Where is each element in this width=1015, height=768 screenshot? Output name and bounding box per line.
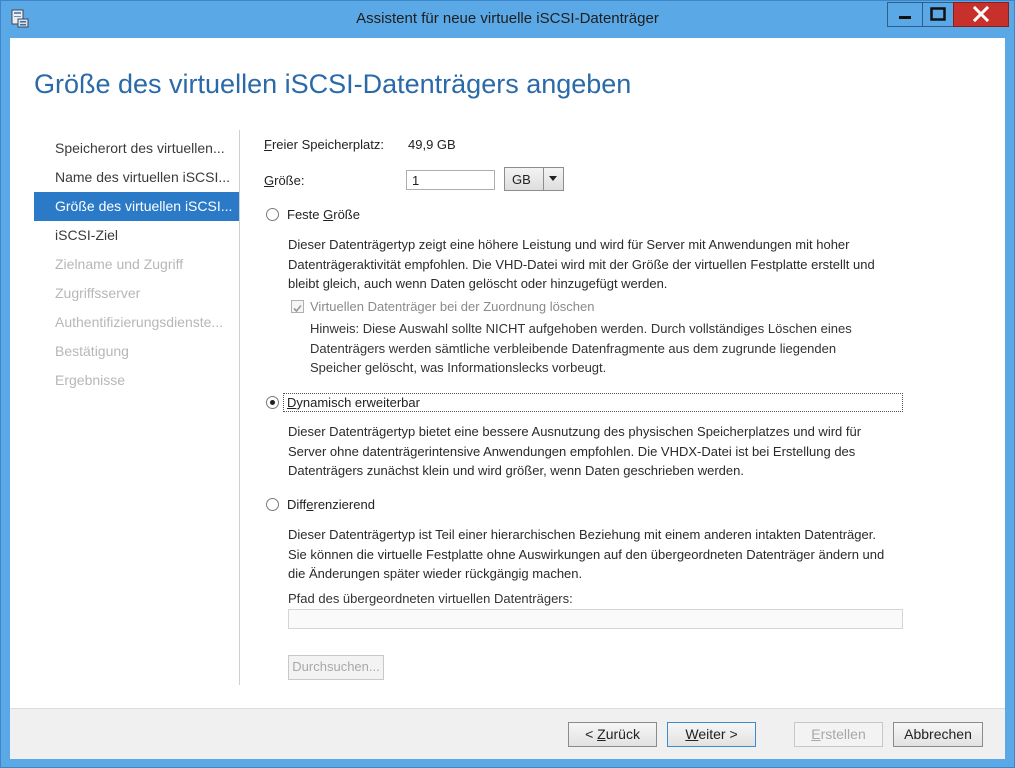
chevron-down-icon bbox=[549, 176, 557, 181]
size-unit-value: GB bbox=[512, 172, 531, 187]
size-unit-select[interactable]: GB bbox=[504, 167, 564, 191]
dynamic-radio[interactable] bbox=[266, 396, 279, 409]
step-authentifizierung: Authentifizierungsdienste... bbox=[55, 314, 224, 330]
maximize-button[interactable] bbox=[922, 2, 954, 27]
dynamic-label[interactable]: Dynamisch erweiterbar bbox=[287, 395, 420, 410]
delete-on-allocation-checkbox bbox=[291, 300, 304, 313]
differencing-radio[interactable] bbox=[266, 498, 279, 511]
delete-on-allocation-label: Virtuellen Datenträger bei der Zuordnung… bbox=[310, 299, 595, 314]
delete-hint-text: Hinweis: Diese Auswahl sollte NICHT aufg… bbox=[310, 321, 852, 375]
wizard-client-area: Größe des virtuellen iSCSI-Datenträgers … bbox=[10, 38, 1005, 759]
close-button[interactable] bbox=[953, 2, 1009, 27]
create-button: Erstellen bbox=[794, 722, 883, 747]
checkmark-icon bbox=[293, 304, 302, 313]
parent-path-input bbox=[288, 609, 903, 629]
wizard-window: Assistent für neue virtuelle iSCSI-Daten… bbox=[0, 0, 1015, 768]
minimize-button[interactable] bbox=[887, 2, 923, 27]
differencing-description: Dieser Datenträgertyp ist Teil einer hie… bbox=[288, 527, 885, 581]
step-zugriffsserver: Zugriffsserver bbox=[55, 285, 141, 301]
step-zielname: Zielname und Zugriff bbox=[55, 256, 184, 272]
differencing-label[interactable]: Differenzierend bbox=[287, 497, 375, 512]
back-button[interactable]: < Zurück bbox=[568, 722, 657, 747]
step-iscsi-ziel[interactable]: iSCSI-Ziel bbox=[34, 221, 240, 250]
size-label: Größe: bbox=[264, 173, 305, 188]
cancel-button[interactable]: Abbrechen bbox=[893, 722, 983, 747]
free-space-label: Freier Speicherplatz: bbox=[264, 137, 384, 152]
dynamic-description: Dieser Datenträgertyp bietet eine besser… bbox=[288, 424, 862, 478]
step-name[interactable]: Name des virtuellen iSCSI... bbox=[34, 163, 240, 192]
fixed-size-description: Dieser Datenträgertyp zeigt eine höhere … bbox=[288, 237, 875, 291]
browse-button: Durchsuchen... bbox=[288, 655, 384, 680]
free-space-value: 49,9 GB bbox=[408, 137, 456, 152]
step-groesse[interactable]: Größe des virtuellen iSCSI... bbox=[34, 192, 240, 221]
parent-path-label: Pfad des übergeordneten virtuellen Daten… bbox=[288, 591, 573, 606]
size-input[interactable]: 1 bbox=[406, 170, 495, 190]
step-speicherort[interactable]: Speicherort des virtuellen... bbox=[34, 134, 240, 163]
next-button[interactable]: Weiter > bbox=[667, 722, 756, 747]
title-bar[interactable]: Assistent für neue virtuelle iSCSI-Daten… bbox=[1, 1, 1014, 38]
wizard-step-list: Speicherort des virtuellen... Name des v… bbox=[34, 134, 240, 395]
close-icon bbox=[972, 5, 990, 23]
page-title: Größe des virtuellen iSCSI-Datenträgers … bbox=[34, 69, 632, 99]
fixed-size-label[interactable]: Feste Größe bbox=[287, 207, 360, 222]
step-bestaetigung: Bestätigung bbox=[55, 343, 129, 359]
step-ergebnisse: Ergebnisse bbox=[55, 372, 126, 388]
fixed-size-radio[interactable] bbox=[266, 208, 279, 221]
window-title: Assistent für neue virtuelle iSCSI-Daten… bbox=[356, 10, 659, 27]
nav-divider bbox=[239, 130, 240, 685]
